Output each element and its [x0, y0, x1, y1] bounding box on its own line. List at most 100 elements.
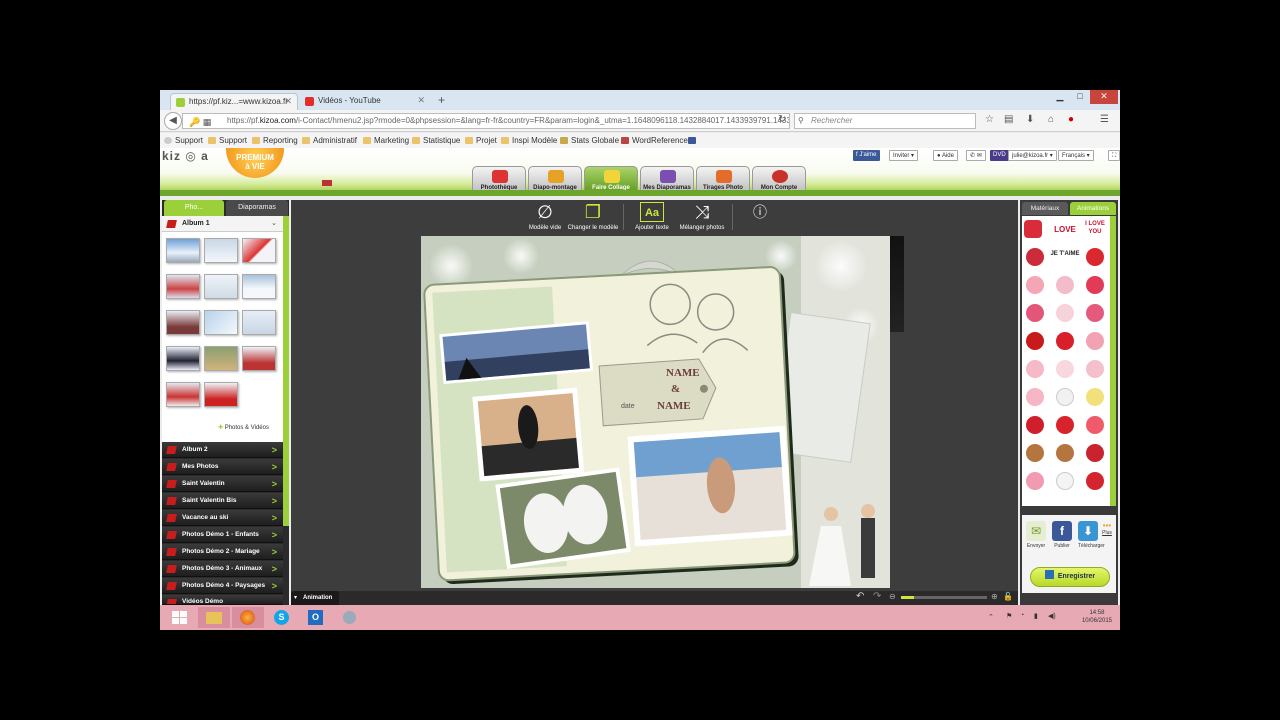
more-button[interactable]: ••• Plus	[1100, 521, 1114, 536]
bookmark-item[interactable]: Statistique	[412, 136, 460, 145]
change-model-button[interactable]: ❐ Changer le modèle	[562, 202, 624, 231]
hearts-sticker-icon[interactable]	[1056, 304, 1074, 322]
new-tab-icon[interactable]: +	[438, 93, 445, 107]
album-item[interactable]: Saint Valentin Bis >	[162, 493, 283, 509]
bookmark-item[interactable]: Inspi Modèle	[501, 136, 557, 145]
bookmark-item[interactable]: Marketing	[363, 136, 409, 145]
zoom-slider[interactable]	[901, 596, 987, 599]
je-taime-sticker[interactable]: JE T'AIME	[1050, 250, 1080, 258]
photo-thumbnail[interactable]	[204, 274, 238, 299]
tray-network-icon[interactable]: ◔	[1020, 612, 1024, 619]
zoom-in-icon[interactable]: ⊕	[991, 592, 998, 601]
user-menu[interactable]: julie@kizoa.fr ▾	[1008, 150, 1057, 161]
outlook-icon[interactable]: O	[300, 607, 332, 628]
photo-thumbnail[interactable]	[204, 310, 238, 335]
file-explorer-icon[interactable]	[198, 607, 230, 628]
browser-tab-kizoa[interactable]: https://pf.kiz...=www.kizoa.fr ✕	[170, 93, 298, 110]
heart-sticker-icon[interactable]	[1086, 276, 1104, 294]
photo-thumbnail[interactable]	[204, 238, 238, 263]
animation-tab[interactable]: ▾ Animation	[291, 591, 339, 605]
home-icon[interactable]: ⌂	[1048, 114, 1054, 125]
search-input[interactable]: ⚲ Rechercher	[794, 113, 976, 129]
dvd-button[interactable]: DVD	[990, 150, 1009, 161]
collage-name-2[interactable]: NAME	[657, 400, 691, 412]
firefox-icon[interactable]	[232, 607, 264, 628]
tab-photos[interactable]: Pho...	[164, 200, 224, 216]
heart-sticker-icon[interactable]	[1026, 360, 1044, 378]
heart-sticker-icon[interactable]	[1086, 472, 1104, 490]
balloon-sticker-icon[interactable]	[1026, 276, 1044, 294]
url-bar[interactable]: 🔑 ▦ https://pf.kizoa.com/i-Contact/hmenu…	[182, 113, 790, 129]
heart-sticker-icon[interactable]	[1056, 332, 1074, 350]
bookmark-item[interactable]: Stats Globale	[560, 136, 619, 145]
bookmark-item[interactable]: Projet	[465, 136, 497, 145]
heart-sticker-icon[interactable]	[1026, 248, 1044, 266]
album-item[interactable]: Photos Démo 2 - Mariage >	[162, 544, 283, 560]
tray-volume-icon[interactable]: ◀)	[1048, 612, 1056, 620]
help-button[interactable]: ● Aide	[933, 150, 958, 161]
hearts-sticker-icon[interactable]	[1086, 416, 1104, 434]
photo-thumbnail[interactable]	[242, 238, 276, 263]
skype-icon[interactable]: S	[266, 607, 298, 628]
download-icon[interactable]: ⬇	[1026, 114, 1034, 125]
album-item[interactable]: Photos Démo 3 - Animaux >	[162, 561, 283, 577]
heart-sticker-icon[interactable]	[1024, 220, 1042, 238]
premium-badge[interactable]: PREMIUM à VIE	[226, 148, 284, 178]
send-button[interactable]: ✉ Envoyer	[1026, 521, 1046, 549]
zoom-out-icon[interactable]: ⊖	[889, 592, 896, 601]
photo-thumbnail[interactable]	[166, 346, 200, 371]
tray-flag-icon[interactable]: ⚑	[1006, 612, 1012, 620]
album-item[interactable]: Mes Photos >	[162, 459, 283, 475]
lock-icon[interactable]: 🔓	[1003, 592, 1013, 601]
save-button[interactable]: Enregistrer	[1030, 567, 1110, 587]
collage-date[interactable]: date	[621, 403, 635, 410]
tab-materials[interactable]: Matériaux	[1022, 202, 1068, 215]
heart-sticker-icon[interactable]	[1086, 248, 1104, 266]
tab-slideshows[interactable]: Diaporamas	[226, 200, 288, 216]
teddy-bear-sticker-icon[interactable]	[1026, 444, 1044, 462]
card-sticker-icon[interactable]	[1056, 472, 1074, 490]
bookmark-item[interactable]: WordReference	[621, 136, 688, 145]
browser-tab-youtube[interactable]: Vidéos - YouTube ✕	[300, 93, 430, 110]
heart-sticker-icon[interactable]	[1056, 276, 1074, 294]
system-clock[interactable]: 14:58 10/06/2015	[1082, 609, 1112, 625]
photos-videos-link[interactable]: ✚ Photos & Vidéos	[218, 424, 269, 431]
bookmark-item[interactable]: Support	[164, 136, 203, 145]
collage-canvas[interactable]: NAME & NAME date	[421, 236, 890, 588]
collage-ampersand[interactable]: &	[671, 383, 680, 395]
lips-sticker-icon[interactable]	[1086, 444, 1104, 462]
bookmark-item[interactable]: Administratif	[302, 136, 357, 145]
photo-thumbnail[interactable]	[166, 382, 200, 407]
photo-thumbnail[interactable]	[242, 274, 276, 299]
album-item[interactable]: Saint Valentin >	[162, 476, 283, 492]
clipboard-icon[interactable]: ▤	[1004, 114, 1013, 125]
tray-chevron-icon[interactable]: ⌃	[988, 613, 994, 621]
album-item[interactable]: Album 2 >	[162, 442, 283, 458]
download-button[interactable]: ⬇ Télécharger	[1078, 521, 1105, 549]
photo-thumbnail[interactable]	[242, 310, 276, 335]
facebook-like-button[interactable]: f J'aime	[853, 150, 880, 161]
fullscreen-icon[interactable]: ⛶	[1108, 150, 1120, 161]
collage-name-1[interactable]: NAME	[666, 367, 700, 379]
photo-thumbnail[interactable]	[242, 346, 276, 371]
heart-sticker-icon[interactable]	[1026, 472, 1044, 490]
album-header-open[interactable]: Album 1 ⌄	[162, 216, 283, 232]
back-icon[interactable]: ◀	[164, 112, 182, 130]
shuffle-photos-button[interactable]: ⤨ Mélanger photos	[671, 202, 733, 231]
moon-sticker-icon[interactable]	[1086, 388, 1104, 406]
info-button[interactable]: ⓘ	[729, 202, 791, 225]
menu-icon[interactable]: ☰	[1100, 114, 1109, 125]
invite-button[interactable]: Inviter ▾	[889, 150, 919, 161]
heart-sticker-icon[interactable]	[1026, 416, 1044, 434]
kizoa-logo[interactable]: kiz ◎ a	[162, 149, 209, 163]
teddy-bear-sticker-icon[interactable]	[1056, 444, 1074, 462]
photo-thumbnail[interactable]	[204, 382, 238, 407]
redo-icon[interactable]: ↷	[873, 591, 881, 602]
bookmark-item[interactable]: Support	[208, 136, 247, 145]
i-love-you-sticker[interactable]: I LOVE YOU	[1082, 220, 1108, 236]
heart-sticker-icon[interactable]	[1086, 332, 1104, 350]
album-item[interactable]: Photos Démo 1 - Enfants >	[162, 527, 283, 543]
hearts-sticker-icon[interactable]	[1026, 304, 1044, 322]
adblock-icon[interactable]: ●	[1068, 114, 1074, 125]
close-tab-icon[interactable]: ✕	[284, 96, 292, 107]
